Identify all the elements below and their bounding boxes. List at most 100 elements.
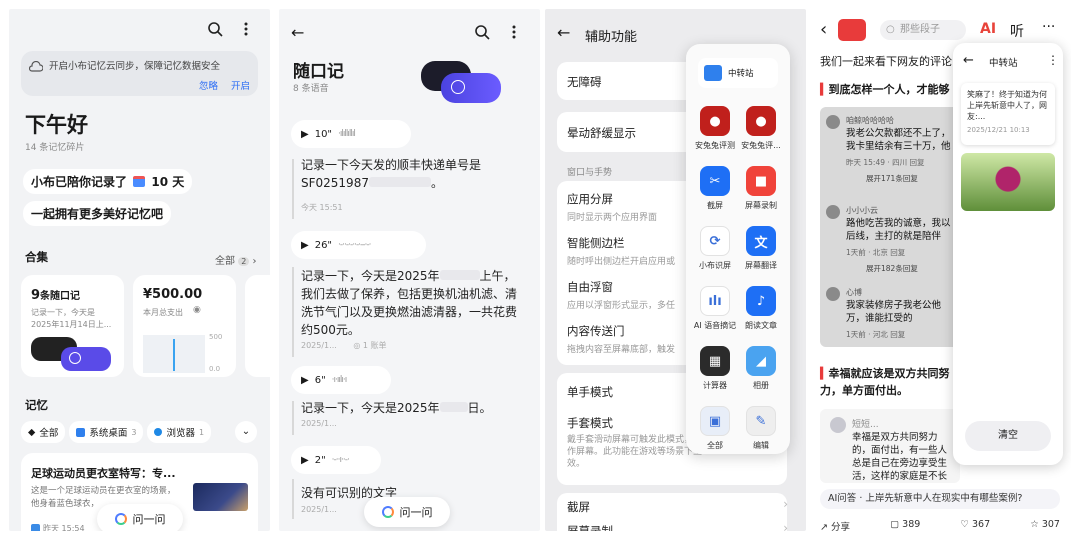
clear-button[interactable]: 清空 (965, 421, 1051, 451)
favorite-button[interactable]: ☆ 307 (1030, 519, 1060, 531)
filter-browser[interactable]: 浏览器 1 (147, 421, 212, 443)
back-arrow-icon[interactable]: ← (963, 53, 974, 68)
settings-item-title: 晕动舒缓显示 (567, 126, 636, 140)
app-calculator[interactable]: ▦ 计算器 (692, 346, 738, 391)
comment-meta: 昨天 15:49 · 四川 回复 (846, 158, 925, 167)
filter-desktop[interactable]: 系统桌面 3 (69, 421, 144, 443)
search-icon[interactable] (474, 24, 490, 44)
app-label: 屏幕录制 (745, 201, 777, 210)
collection-all-link[interactable]: 全部 2 › (215, 252, 256, 267)
tagline-pill: 一起拥有更多美好记忆吧 (23, 201, 172, 226)
ask-label: 问一问 (399, 506, 433, 519)
transfer-image-tulip[interactable] (961, 153, 1055, 211)
settings-item-sidebar[interactable]: 智能侧边栏 随时呼出侧边栏开启应用或 (567, 235, 675, 267)
clear-label: 清空 (998, 430, 1018, 441)
settings-item-subtitle: 拖拽内容至屏幕底部，触发 (567, 345, 676, 355)
settings-item-accessibility[interactable]: 无障碍 (567, 74, 602, 90)
avatar[interactable] (838, 19, 866, 41)
like-button[interactable]: ♡ 367 (960, 519, 990, 531)
app-translate[interactable]: 文屏幕翻译 (738, 226, 784, 271)
voice-note-player-4[interactable]: ▶ 2" ·-··ı··-· (291, 446, 381, 474)
app-all-apps[interactable]: ▣ 全部 (692, 406, 738, 451)
bill-link[interactable]: ◎ 1 账单 (353, 341, 386, 350)
voice-note-player-2[interactable]: ▶ 26" ·-··-·-··-·--·-· (291, 231, 426, 259)
app-antutu[interactable]: ● 安兔兔评测 (692, 106, 738, 151)
more-icon[interactable]: ⋮ (1047, 53, 1059, 67)
voice-bubble-icon (69, 352, 81, 364)
voice-notes-card[interactable]: 9条随口记 记录一下，今天是 2025年11月14日上... (21, 275, 124, 377)
waveform-icon: ·-··ı··-· (331, 455, 350, 465)
more-icon[interactable] (243, 21, 249, 41)
transfer-station-entry[interactable]: 中转站 (698, 58, 778, 88)
comment-user: 咱鲸哈哈哈哈 (846, 116, 894, 125)
likes-count: 367 (972, 519, 991, 530)
settings-item-split-screen[interactable]: 应用分屏 同时显示两个应用界面 (567, 191, 657, 223)
expand-replies-link[interactable]: 展开171条回复 (866, 173, 918, 184)
sync-enable-link[interactable]: 开启 (231, 78, 250, 92)
expand-replies-link[interactable]: 展开182条回复 (866, 263, 918, 274)
settings-item-one-hand[interactable]: 单手模式 (567, 384, 613, 400)
app-gallery[interactable]: ◢ 相册 (738, 346, 784, 391)
app-antutu[interactable]: ● 安兔兔评... (738, 106, 784, 151)
filter-expand-icon[interactable]: ⌄ (235, 421, 257, 443)
filter-browser-count: 1 (198, 427, 205, 437)
share-label: 分享 (830, 522, 850, 531)
play-icon[interactable]: ▶ (301, 129, 309, 140)
calendar-icon (133, 176, 146, 187)
ask-button[interactable]: 问一问 (364, 497, 450, 527)
more-icon[interactable] (511, 24, 517, 44)
search-icon[interactable] (207, 21, 223, 41)
collection-title: 合集 (25, 250, 48, 264)
play-icon[interactable]: ▶ (301, 375, 309, 386)
back-arrow-icon[interactable]: ← (557, 23, 570, 42)
settings-item-screen-record[interactable]: 屏幕录制 (567, 523, 613, 531)
more-icon[interactable]: ··· (1042, 19, 1055, 35)
comment-text: 我家装修房子我老公他万，谁能扛受的 (846, 300, 942, 324)
voice-note-text-3: 记录一下，今天是2025年 日。 (301, 399, 526, 417)
ask-button[interactable]: 问一问 (97, 504, 183, 531)
settings-item-motion[interactable]: 晕动舒缓显示 (567, 125, 636, 141)
ai-qa-bar[interactable]: AI问答 · 上岸先斩意中人在现实中有哪些案例? (820, 489, 1060, 509)
expense-card[interactable]: ¥500.00 本月总支出 ◉ 500 0.0 (133, 275, 236, 377)
settings-item-content-portal[interactable]: 内容传送门 拖拽内容至屏幕底部，触发 (567, 323, 675, 355)
share-button[interactable]: ↗ 分享 (820, 519, 850, 531)
settings-item-floating-window[interactable]: 自由浮窗 应用以浮窗形式显示，多任 (567, 279, 675, 311)
timeline-bar (292, 159, 294, 219)
comment-text: 幸福是双方共同努力的，面付出，有一些人总是自己在旁边享受生活，这样的家庭是不长久… (852, 432, 948, 481)
play-icon[interactable]: ▶ (301, 455, 309, 466)
transfer-card[interactable]: 笑麻了！终于知道为何上岸先斩意中人了，网友:... 2025/12/21 10:… (961, 83, 1055, 145)
voice-note-player-3[interactable]: ▶ 6" ·ı·ıılı·ı (291, 366, 391, 394)
ai-button[interactable]: AI (980, 21, 996, 37)
action-bar: ↗ 分享 ▢ 389 ♡ 367 ☆ 307 (820, 519, 1060, 531)
search-input[interactable]: ○ 那些段子 (880, 20, 966, 40)
comments-button[interactable]: ▢ 389 (890, 519, 920, 531)
eye-icon[interactable]: ◉ (193, 305, 201, 315)
voice-notes-date: 2025年11月14日上... (31, 320, 112, 329)
voice-duration-2: 26" (314, 239, 333, 251)
filter-all[interactable]: ◆ 全部 (21, 421, 66, 443)
voice-notes-label: 条随口记 (40, 291, 81, 302)
back-arrow-icon[interactable]: ← (291, 23, 304, 42)
back-chevron-icon[interactable]: ‹ (820, 19, 827, 40)
timeline-bar (292, 401, 294, 435)
voice-bubble-icon (451, 80, 465, 94)
expense-axis-bottom: 0.0 (209, 365, 221, 373)
header-text: 我们一起来看下网友的评论 (820, 55, 952, 68)
chevron-right-icon: › (783, 521, 788, 531)
companion-suffix: 10 天 (151, 175, 185, 189)
app-screen-recognize[interactable]: ⟳ 小布识屏 (692, 226, 738, 271)
favorites-count: 307 (1041, 519, 1060, 530)
listen-button[interactable]: 听 (1010, 21, 1024, 41)
app-read-aloud[interactable]: ♪ 朗读文章 (738, 286, 784, 331)
app-voice-note[interactable]: ılı AI 语音摘记 (692, 286, 738, 331)
app-record[interactable]: ■ 屏幕录制 (738, 166, 784, 211)
app-edit[interactable]: ✎ 编辑 (738, 406, 784, 451)
settings-item-screenshot[interactable]: 截屏 (567, 499, 590, 515)
page-title: 辅助功能 (585, 30, 638, 45)
bill-label: 1 账单 (362, 341, 387, 350)
app-screenshot[interactable]: ✂ 截屏 (692, 166, 738, 211)
sync-ignore-link[interactable]: 忽略 (199, 78, 218, 92)
settings-item-subtitle: 应用以浮窗形式显示，多任 (567, 301, 676, 311)
voice-note-player-1[interactable]: ▶ 10" ·ılıllıllıl (291, 120, 411, 148)
play-icon[interactable]: ▶ (301, 240, 309, 251)
